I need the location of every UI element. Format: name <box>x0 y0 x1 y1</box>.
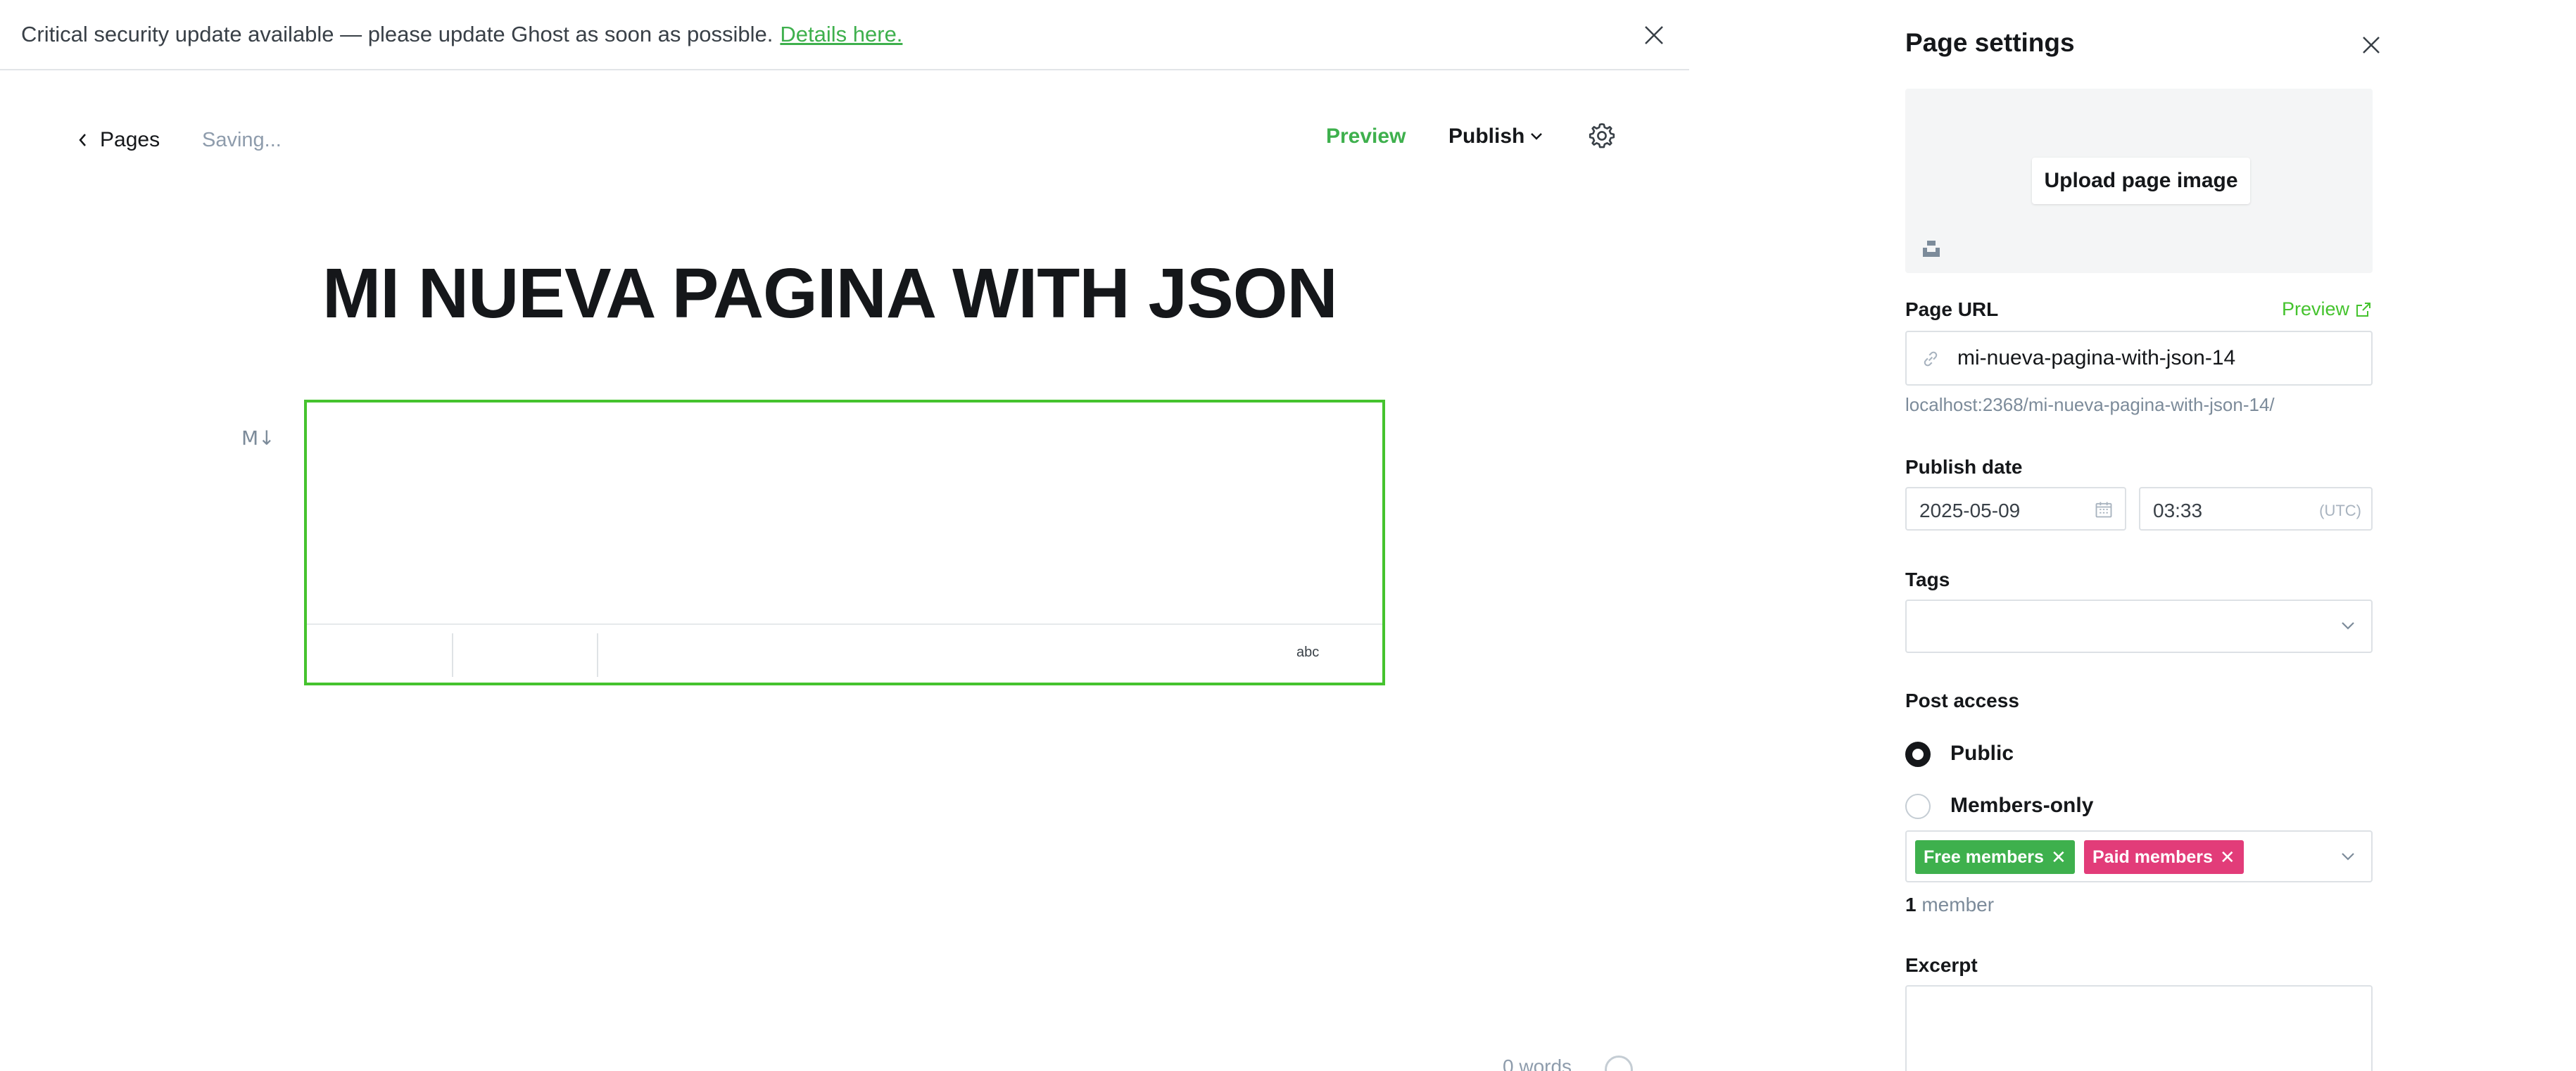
page-image-dropzone[interactable]: Upload page image <box>1905 89 2373 273</box>
publish-label: Publish <box>1448 125 1525 148</box>
segment-chip-label: Paid members <box>2092 847 2213 867</box>
alert-message: Critical security update available — ple… <box>21 22 774 46</box>
publish-button[interactable]: Publish <box>1448 125 1543 148</box>
markdown-toolbar: abc <box>307 623 1382 685</box>
timezone-label: (UTC) <box>2319 502 2361 519</box>
member-count: 1 member <box>1905 894 1994 916</box>
unsplash-icon[interactable] <box>1921 238 1942 259</box>
member-segment-select[interactable]: Free members ✕ Paid members ✕ <box>1905 830 2373 882</box>
publish-time-input[interactable]: 03:33 <box>2153 500 2202 522</box>
spellcheck-toggle[interactable]: abc <box>1296 645 1319 661</box>
link-icon <box>1924 351 1938 367</box>
preview-button[interactable]: Preview <box>1326 125 1406 148</box>
markdown-editor-area[interactable] <box>307 403 1382 623</box>
help-icon[interactable] <box>1605 1056 1633 1071</box>
page-url-label: Page URL <box>1905 298 1999 320</box>
settings-gear-icon[interactable] <box>1587 121 1617 151</box>
tags-label: Tags <box>1905 569 1950 590</box>
publish-date-input[interactable]: 2025-05-09 <box>1919 500 2020 522</box>
public-radio[interactable] <box>1905 742 1931 767</box>
post-access-label: Post access <box>1905 690 2019 711</box>
segment-chip-paid: Paid members ✕ <box>2084 840 2244 874</box>
close-panel-icon[interactable] <box>2356 30 2387 61</box>
page-title[interactable]: MI NUEVA PAGINA WITH JSON <box>322 253 1338 334</box>
chevron-down-icon <box>2342 622 2354 630</box>
save-status: Saving... <box>202 129 282 151</box>
members-only-radio[interactable] <box>1905 794 1931 819</box>
alert-details-link[interactable]: Details here. <box>780 22 902 47</box>
excerpt-textarea[interactable] <box>1905 985 2373 1071</box>
chevron-down-icon <box>2342 853 2354 861</box>
page-url-hint: localhost:2368/mi-nueva-pagina-with-json… <box>1905 394 2275 415</box>
page-url-input[interactable]: mi-nueva-pagina-with-json-14 <box>1957 346 2235 370</box>
markdown-card-icon: M↓ <box>241 426 275 450</box>
remove-chip-icon[interactable]: ✕ <box>2220 847 2235 868</box>
page-settings-panel: Page settings Upload page image Page URL… <box>1905 0 2412 1071</box>
members-only-radio-label[interactable]: Members-only <box>1950 794 2093 818</box>
panel-title: Page settings <box>1905 28 2075 57</box>
chevron-left-icon <box>79 134 86 146</box>
url-preview-link[interactable]: Preview <box>2282 298 2372 320</box>
calendar-icon[interactable] <box>2094 500 2114 519</box>
segment-chip-free: Free members ✕ <box>1915 840 2075 874</box>
tags-select[interactable] <box>1905 600 2373 653</box>
publish-date-label: Publish date <box>1905 456 2023 478</box>
member-count-number: 1 <box>1905 894 1917 915</box>
word-count: 0 words <box>1503 1056 1572 1071</box>
alert-close-icon[interactable] <box>1640 21 1668 49</box>
toolbar-divider <box>597 633 598 677</box>
excerpt-label: Excerpt <box>1905 954 1978 976</box>
toolbar-divider <box>452 633 453 677</box>
public-radio-label[interactable]: Public <box>1950 742 2014 766</box>
member-count-suffix: member <box>1921 894 1995 915</box>
remove-chip-icon[interactable]: ✕ <box>2051 847 2066 868</box>
publish-time-field[interactable]: 03:33 (UTC) <box>2139 487 2373 531</box>
page-url-field[interactable]: mi-nueva-pagina-with-json-14 <box>1905 331 2373 386</box>
editor-header: Pages Saving... Preview Publish <box>0 106 1689 176</box>
security-alert-bar: Critical security update available — ple… <box>0 0 1689 70</box>
upload-page-image-button[interactable]: Upload page image <box>2032 158 2250 204</box>
back-link-label: Pages <box>100 128 160 151</box>
publish-date-field[interactable]: 2025-05-09 <box>1905 487 2126 531</box>
segment-chip-label: Free members <box>1924 847 2044 867</box>
url-preview-label: Preview <box>2282 298 2350 319</box>
back-to-pages-link[interactable]: Pages <box>77 128 160 152</box>
chevron-down-icon <box>1531 133 1543 140</box>
markdown-card[interactable]: abc <box>304 400 1385 685</box>
external-link-icon <box>2356 302 2371 317</box>
